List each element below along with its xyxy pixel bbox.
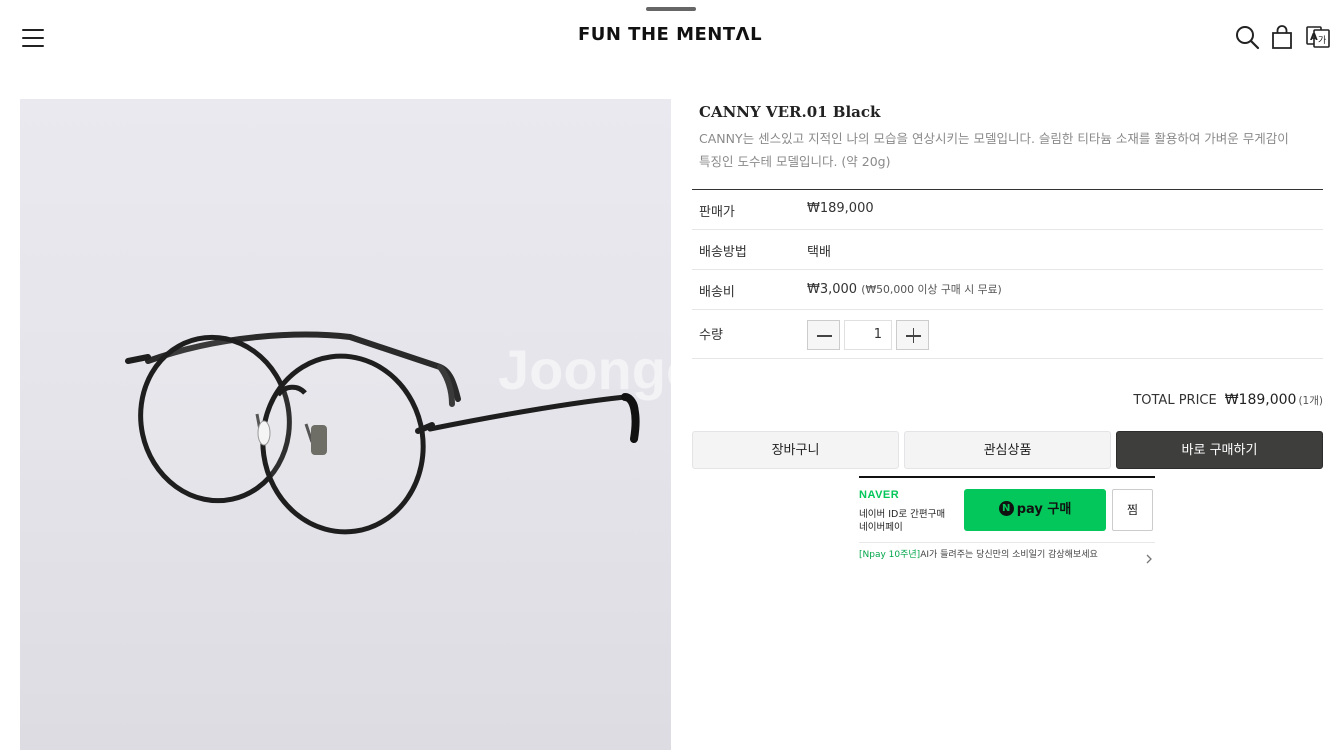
quantity-increase-button[interactable] [896, 320, 929, 350]
site-header: FUN THE MENTΛL A가 [0, 0, 1343, 76]
naver-logo: NAVER [859, 489, 900, 501]
divider [859, 542, 1155, 543]
total-item-count: (1개) [1298, 395, 1323, 407]
hamburger-menu-icon[interactable] [22, 28, 44, 48]
shipping-fee-row: 배송비 ₩3,000 (₩50,000 이상 구매 시 무료) [692, 270, 1323, 310]
naver-pay-name: 네이버페이 [859, 522, 903, 533]
svg-text:A: A [1310, 32, 1318, 43]
product-description: CANNY는 센스있고 지적인 나의 모습을 연상시키는 모델입니다. 슬림한 … [699, 131, 1289, 169]
quantity-label: 수량 [699, 328, 723, 343]
shipping-method-row: 배송방법 택배 [692, 230, 1323, 270]
buy-now-button[interactable]: 바로 구매하기 [1116, 431, 1323, 469]
shipping-fee-note: (₩50,000 이상 구매 시 무료) [861, 283, 1002, 296]
shipping-method-label: 배송방법 [699, 245, 747, 260]
naver-pay-widget: NAVER 네이버 ID로 간편구매 네이버페이 Npay 구매 찜 [Npay… [859, 476, 1155, 564]
search-icon[interactable] [1234, 24, 1260, 50]
shipping-fee-value: ₩3,000 (₩50,000 이상 구매 시 무료) [807, 281, 1002, 297]
promo-text: AI가 들려주는 당신만의 소비일기 감상해보세요 [920, 550, 1098, 560]
price-value: ₩189,000 [807, 201, 874, 216]
naver-pay-button[interactable]: Npay 구매 [964, 489, 1106, 531]
naver-pay-button-label: pay 구매 [1016, 502, 1072, 517]
shopping-bag-icon[interactable] [1269, 24, 1295, 50]
naver-zzim-button[interactable]: 찜 [1112, 489, 1153, 531]
minus-icon [817, 335, 832, 337]
total-price-label: TOTAL PRICE [1133, 393, 1217, 408]
total-price: TOTAL PRICE ₩189,000 (1개) [1133, 392, 1323, 408]
quantity-decrease-button[interactable] [807, 320, 840, 350]
quantity-input[interactable]: 1 [844, 320, 892, 350]
add-to-cart-button[interactable]: 장바구니 [692, 431, 899, 469]
shipping-method-value: 택배 [807, 245, 831, 260]
naver-n-icon: N [998, 501, 1014, 516]
promo-highlight: [Npay 10주년] [859, 550, 921, 560]
naver-pay-promo[interactable]: [Npay 10주년]AI가 들려주는 당신만의 소비일기 감상해보세요 [859, 547, 1098, 560]
site-logo[interactable]: FUN THE MENTΛL [560, 24, 780, 45]
translate-icon[interactable]: A가 [1305, 24, 1331, 50]
total-price-amount: ₩189,000 [1224, 392, 1297, 408]
chevron-right-icon[interactable] [1145, 549, 1153, 564]
shipping-fee-label: 배송비 [699, 285, 735, 300]
shipping-fee-amount: ₩3,000 [807, 282, 858, 297]
watermark: Joongo [498, 338, 671, 401]
glasses-illustration [125, 331, 640, 535]
price-label: 판매가 [699, 205, 735, 220]
product-image[interactable]: Joongo [20, 99, 671, 750]
wishlist-button[interactable]: 관심상품 [904, 431, 1111, 469]
price-row: 판매가 ₩189,000 [692, 190, 1323, 230]
naver-pay-caption: 네이버 ID로 간편구매 [859, 509, 946, 520]
product-title: CANNY VER.01 Black [699, 103, 881, 121]
quantity-row: 수량 1 [692, 310, 1323, 359]
svg-text:가: 가 [1318, 35, 1326, 46]
